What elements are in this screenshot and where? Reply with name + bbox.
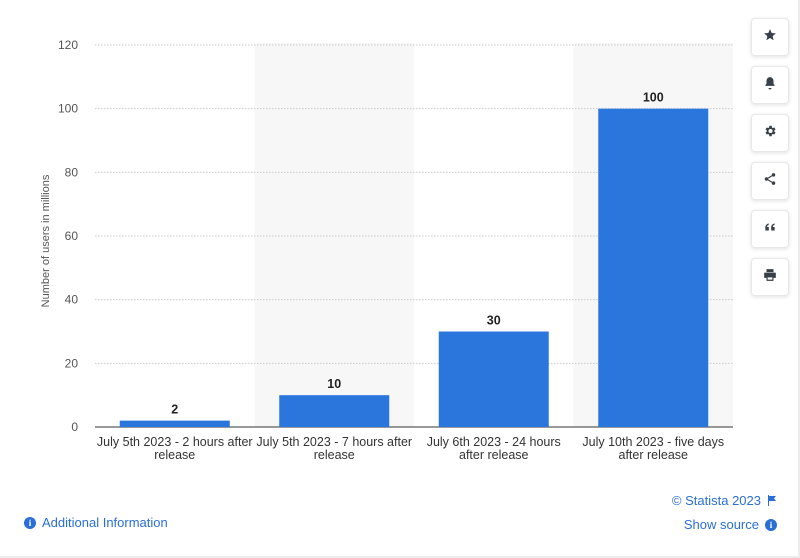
share-button[interactable] (751, 162, 789, 200)
bar (598, 108, 709, 428)
show-source-label: Show source (683, 517, 759, 532)
show-source-link[interactable]: Show source i (684, 517, 777, 532)
y-tick-label: 0 (71, 420, 78, 434)
side-toolbar (751, 18, 789, 306)
copyright-notice: © Statista 2023 (672, 493, 777, 508)
x-tick-label: July 5th 2023 - 2 hours after (97, 435, 253, 449)
bar (438, 331, 549, 427)
info-icon: i (24, 516, 36, 529)
bar (279, 395, 390, 427)
x-tick-label: July 5th 2023 - 7 hours after (256, 435, 412, 449)
notification-button[interactable] (751, 66, 789, 104)
x-tick-label: July 10th 2023 - five days (582, 435, 724, 449)
settings-button[interactable] (751, 114, 789, 152)
x-tick-label: July 6th 2023 - 24 hours (427, 435, 561, 449)
favorite-button[interactable] (751, 18, 789, 56)
y-axis-title: Number of users in millions (40, 174, 52, 307)
category-band (254, 43, 414, 427)
y-tick-label: 40 (65, 293, 79, 307)
y-tick-label: 120 (58, 38, 78, 52)
gear-icon (763, 124, 777, 143)
copyright-text: © Statista 2023 (671, 493, 761, 508)
data-label: 30 (487, 314, 501, 328)
y-tick-label: 60 (65, 229, 79, 243)
cite-button[interactable] (751, 210, 789, 248)
y-tick-label: 20 (65, 356, 79, 370)
print-icon (763, 268, 777, 287)
share-icon (763, 172, 777, 191)
x-tick-label: release (154, 448, 195, 462)
quote-icon (763, 220, 777, 239)
x-tick-label: release (314, 448, 355, 462)
chart-card: 0 20 40 60 80 100 120 Number of users in millio… (0, 0, 800, 558)
bar (119, 420, 230, 427)
x-tick-label: after release (619, 448, 689, 462)
star-icon (763, 28, 777, 47)
additional-information-link[interactable]: i Additional Information (24, 515, 168, 530)
x-tick-label: after release (459, 448, 529, 462)
data-label: 100 (643, 91, 664, 105)
y-tick-label: 80 (65, 165, 79, 179)
data-label: 2 (171, 403, 178, 417)
print-button[interactable] (751, 258, 789, 296)
additional-information-label: Additional Information (42, 515, 168, 530)
data-label: 10 (327, 377, 341, 391)
bar-chart: 0 20 40 60 80 100 120 Number of users in millio… (40, 38, 733, 462)
bell-icon (763, 76, 777, 95)
info-icon: i (765, 518, 777, 531)
y-tick-label: 100 (58, 102, 78, 116)
flag-icon (767, 495, 777, 506)
